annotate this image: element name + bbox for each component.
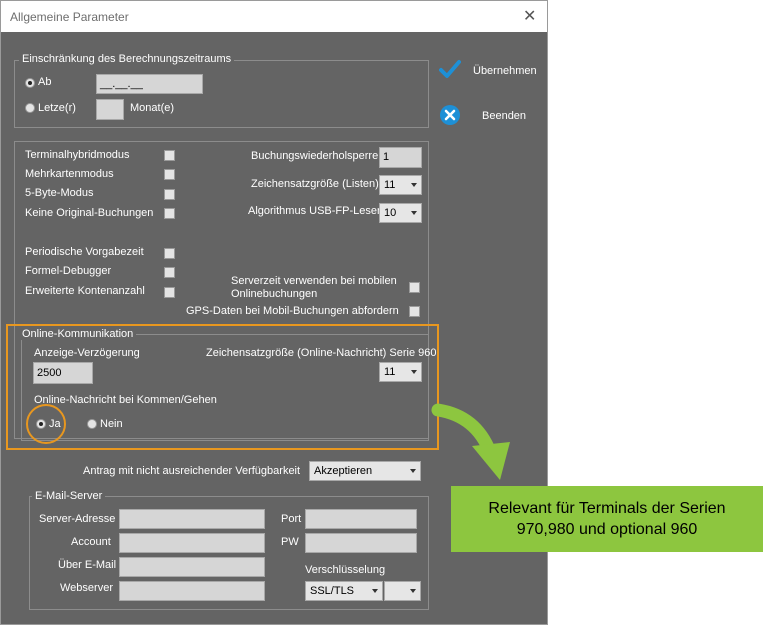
font-list-select[interactable]: 11 bbox=[379, 175, 422, 195]
keine-original-label: Keine Original-Buchungen bbox=[25, 207, 154, 219]
chevron-down-icon bbox=[410, 469, 416, 473]
exit-label: Beenden bbox=[482, 110, 527, 122]
ab-date-input[interactable]: __.__.__ bbox=[96, 74, 203, 94]
algo-value: 10 bbox=[384, 207, 397, 219]
periodische-label: Periodische Vorgabezeit bbox=[25, 246, 144, 258]
mehrkarten-checkbox[interactable] bbox=[164, 169, 175, 180]
radio-last[interactable] bbox=[25, 103, 35, 113]
relevance-callout: Relevant für Terminals der Serien 970,98… bbox=[451, 486, 763, 552]
sperre-input[interactable]: 1 bbox=[379, 147, 422, 168]
byte5-label: 5-Byte-Modus bbox=[25, 187, 94, 199]
erweiterte-checkbox[interactable] bbox=[164, 287, 175, 298]
webserver-label: Webserver bbox=[60, 582, 113, 594]
periodische-checkbox[interactable] bbox=[164, 248, 175, 259]
pw-label: PW bbox=[281, 536, 299, 548]
server-input[interactable] bbox=[119, 509, 265, 529]
algo-label: Algorithmus USB-FP-Leser bbox=[248, 205, 381, 217]
antrag-select[interactable]: Akzeptieren bbox=[309, 461, 421, 481]
email-legend: E-Mail-Server bbox=[32, 490, 106, 502]
erweiterte-label: Erweiterte Kontenanzahl bbox=[25, 285, 145, 297]
terminalhybrid-label: Terminalhybridmodus bbox=[25, 149, 130, 161]
pw-input[interactable] bbox=[305, 533, 417, 553]
gps-label: GPS-Daten bei Mobil-Buchungen abfordern bbox=[186, 305, 399, 317]
encryption-value: SSL/TLS bbox=[310, 585, 355, 597]
last-months-input[interactable] bbox=[96, 99, 124, 120]
highlight-box bbox=[6, 324, 439, 450]
port-label: Port bbox=[281, 513, 302, 525]
window-title: Allgemeine Parameter bbox=[10, 10, 129, 24]
formel-label: Formel-Debugger bbox=[25, 265, 112, 277]
ab-label: Ab bbox=[38, 76, 52, 88]
sperre-label: Buchungswiederholsperre bbox=[251, 150, 379, 162]
checkmark-icon bbox=[439, 60, 461, 78]
webserver-input[interactable] bbox=[119, 581, 265, 601]
radio-ab[interactable] bbox=[25, 78, 35, 88]
encryption-select[interactable]: SSL/TLS bbox=[305, 581, 383, 601]
serverzeit-checkbox[interactable] bbox=[409, 282, 420, 293]
period-group bbox=[14, 60, 429, 128]
period-legend: Einschränkung des Berechnungszeitraums bbox=[19, 53, 235, 65]
font-list-value: 11 bbox=[384, 179, 396, 191]
cancel-icon bbox=[440, 105, 460, 125]
chevron-down-icon bbox=[372, 589, 378, 593]
port-input[interactable] bbox=[305, 509, 417, 529]
mehrkarten-label: Mehrkartenmodus bbox=[25, 168, 114, 180]
last-label: Letze(r) bbox=[38, 102, 76, 114]
arrow-icon bbox=[431, 403, 510, 480]
month-label: Monat(e) bbox=[130, 102, 175, 114]
highlight-circle bbox=[26, 404, 66, 444]
byte5-checkbox[interactable] bbox=[164, 189, 175, 200]
antrag-value: Akzeptieren bbox=[314, 465, 373, 477]
formel-checkbox[interactable] bbox=[164, 267, 175, 278]
keine-original-checkbox[interactable] bbox=[164, 208, 175, 219]
encryption-extra-select[interactable] bbox=[384, 581, 421, 601]
account-label: Account bbox=[71, 536, 111, 548]
callout-line-1: Relevant für Terminals der Serien bbox=[488, 500, 726, 517]
exit-button[interactable]: Beenden bbox=[439, 104, 539, 128]
title-bar: Allgemeine Parameter ✕ bbox=[1, 1, 547, 32]
apply-label: Übernehmen bbox=[473, 65, 537, 77]
via-label: Über E-Mail bbox=[58, 559, 117, 571]
font-list-label: Zeichensatzgröße (Listen) bbox=[251, 178, 379, 190]
chevron-down-icon bbox=[411, 183, 417, 187]
via-input[interactable] bbox=[119, 557, 265, 577]
antrag-label: Antrag mit nicht ausreichender Verfügbar… bbox=[83, 465, 301, 477]
chevron-down-icon bbox=[410, 589, 416, 593]
terminalhybrid-checkbox[interactable] bbox=[164, 150, 175, 161]
encryption-label: Verschlüsselung bbox=[305, 564, 386, 576]
server-label: Server-Adresse bbox=[39, 513, 116, 525]
callout-line-2: 970,980 und optional 960 bbox=[516, 521, 698, 538]
gps-checkbox[interactable] bbox=[409, 306, 420, 317]
account-input[interactable] bbox=[119, 533, 265, 553]
serverzeit-label-2: Onlinebuchungen bbox=[231, 288, 318, 300]
apply-button[interactable]: Übernehmen bbox=[439, 59, 539, 83]
algo-select[interactable]: 10 bbox=[379, 203, 422, 223]
chevron-down-icon bbox=[411, 211, 417, 215]
close-icon[interactable]: ✕ bbox=[523, 6, 536, 26]
serverzeit-label-1: Serverzeit verwenden bei mobilen bbox=[231, 275, 397, 287]
